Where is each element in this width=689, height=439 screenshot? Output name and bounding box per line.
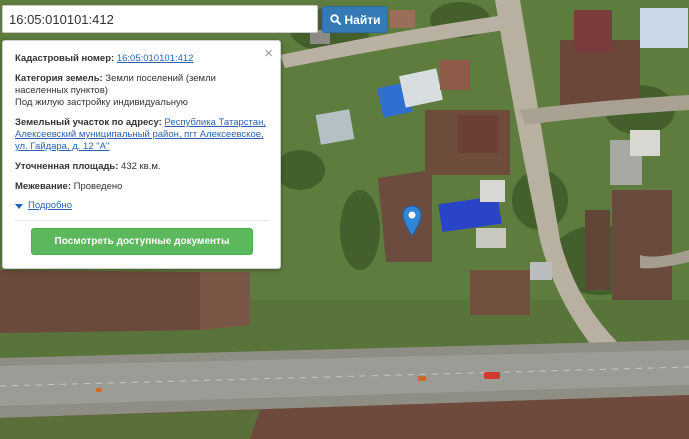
location-marker-icon[interactable] (402, 205, 422, 237)
address-row: Земельный участок по адресу: Республика … (15, 117, 268, 153)
area-value: 432 кв.м. (121, 161, 161, 172)
garden-low (470, 270, 530, 315)
caret-down-icon (15, 203, 23, 209)
address-label: Земельный участок по адресу: (15, 117, 162, 128)
search-icon (329, 14, 341, 25)
survey-value: Проведено (73, 181, 123, 192)
divider (15, 220, 268, 221)
category-label: Категория земель: (15, 73, 103, 84)
field-left (0, 270, 200, 333)
garden-right-3 (585, 210, 610, 290)
search-button-label: Найти (344, 12, 381, 27)
area-label: Уточненная площадь: (15, 161, 119, 172)
survey-label: Межевание: (15, 181, 71, 192)
vehicle (96, 388, 102, 392)
category-purpose: Под жилую застройку индивидуальную (15, 97, 188, 108)
details-link[interactable]: Подробно (28, 200, 72, 212)
category-row: Категория земель: Земли поселений (земли… (15, 73, 268, 109)
details-toggle[interactable]: Подробно (15, 200, 268, 212)
parcel-info-popup: × Кадастровый номер: 16:05:010101:412 Ка… (2, 40, 281, 269)
vehicle (484, 372, 500, 379)
survey-row: Межевание: Проведено (15, 181, 268, 193)
cadastral-label: Кадастровый номер: (15, 53, 115, 64)
cadastral-row: Кадастровый номер: 16:05:010101:412 (15, 53, 268, 65)
search-input[interactable] (2, 5, 318, 33)
search-button[interactable]: Найти (322, 6, 388, 33)
field-left-strip (200, 272, 250, 330)
view-documents-button[interactable]: Посмотреть доступные документы (31, 228, 253, 255)
vehicle (418, 376, 426, 381)
close-icon[interactable]: × (264, 46, 273, 61)
garden-right-2 (612, 190, 672, 300)
area-row: Уточненная площадь: 432 кв.м. (15, 161, 268, 173)
cadastral-link[interactable]: 16:05:010101:412 (117, 53, 194, 64)
